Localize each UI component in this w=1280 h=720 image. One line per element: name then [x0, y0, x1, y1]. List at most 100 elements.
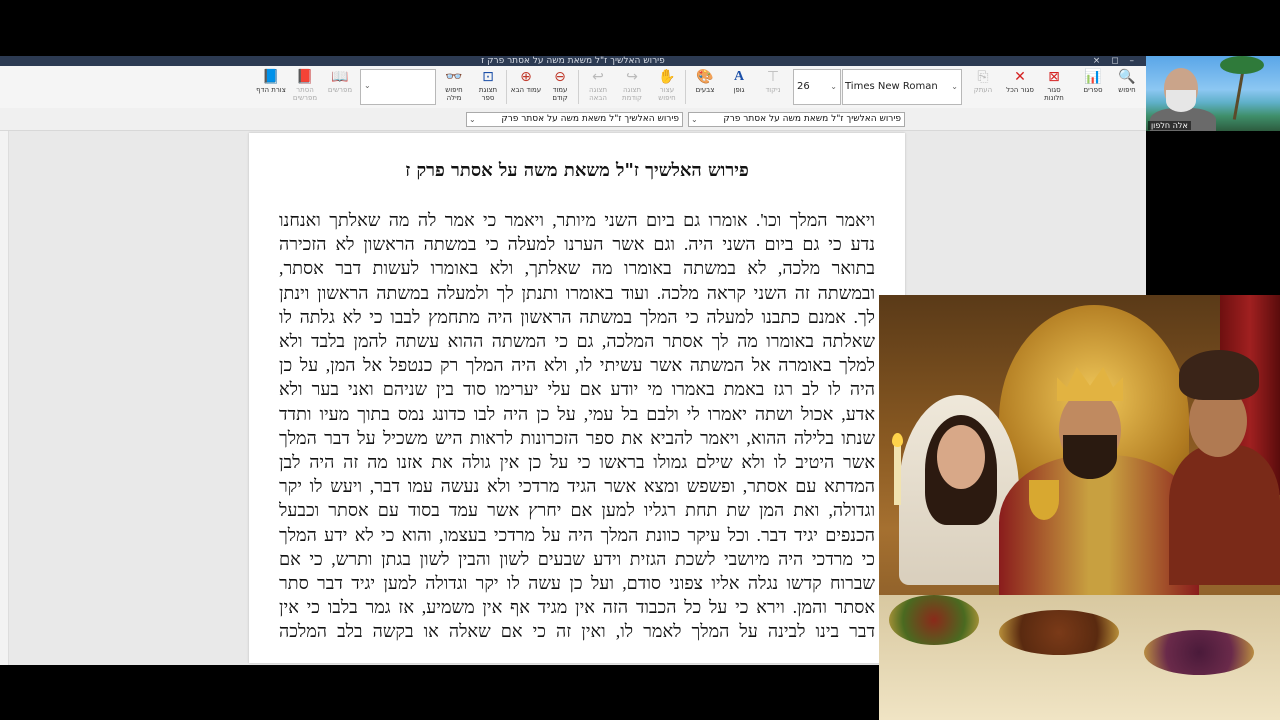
- font-icon: A: [733, 69, 745, 84]
- books-label: ספרים: [1083, 86, 1103, 94]
- chevron-down-icon: ⌄: [951, 82, 958, 91]
- next-view-label: תצוגה הבאה: [588, 86, 608, 102]
- book-selector[interactable]: פירוש האלשיך ז"ל משאת משה על אסתר פרק ⌄: [688, 112, 905, 127]
- font-label: גופן: [733, 86, 745, 94]
- colors-button[interactable]: 🎨 צבעים: [689, 68, 721, 106]
- text-line: נדע כי גם ביום השני היה. וגם אשר הערנו ל…: [279, 234, 875, 255]
- next-page-icon: ⊕: [520, 69, 532, 85]
- person-beard: [1166, 90, 1196, 112]
- hide-commentaries-label: הסתר מפרשים: [292, 86, 318, 102]
- previous-page-button[interactable]: ⊖ עמוד קודם: [544, 68, 576, 106]
- commentaries-icon: 📖: [331, 69, 349, 85]
- document-page: פירוש האלשיך ז"ל משאת משה על אסתר פרק ז …: [249, 133, 905, 663]
- search-icon: 🔍: [1118, 69, 1136, 85]
- palette-icon: 🎨: [696, 69, 714, 85]
- text-line: דבר בינו לבינה על המלך לאמר לו, ואין זה …: [279, 621, 875, 642]
- roast-platter: [999, 610, 1119, 655]
- chevron-down-icon: ⌄: [364, 81, 371, 90]
- previous-page-icon: ⊖: [554, 69, 566, 85]
- feast-painting-image: [879, 295, 1280, 720]
- search-label: חיפוש: [1118, 86, 1136, 94]
- next-page-button[interactable]: ⊕ עמוד הבא: [510, 68, 542, 106]
- text-line: אשר היטיב לו ולא שילם גמולו בראשו כי על …: [279, 452, 875, 473]
- text-line: לך. אמנם כתבנו למעלה כי המלך במשתה הראשו…: [279, 306, 875, 327]
- candle: [894, 445, 901, 505]
- text-line: ובמשתה זה השני קראה מלכה. ועוד באומרו ות…: [279, 282, 875, 303]
- grape-bowl: [1144, 630, 1254, 675]
- close-all-icon: ✕: [1014, 69, 1026, 85]
- book-view-label: תצוגת ספר: [478, 86, 498, 102]
- text-line: המדתא עם אסתר, ופשפש ומצא אשר הגיד מרדכי…: [279, 476, 875, 497]
- palm-leaves: [1220, 56, 1264, 74]
- glasses-icon: 👓: [445, 69, 463, 85]
- stop-search-label: עצור חיפוש: [658, 86, 676, 102]
- next-view-button[interactable]: ↩ תצוגה הבאה: [582, 68, 614, 106]
- font-button[interactable]: A גופן: [723, 68, 755, 106]
- text-line: שנתו בלילה ההוא, ויאמר להביא את ספר הזכר…: [279, 427, 875, 448]
- stop-search-button[interactable]: ✋ עצור חיפוש: [651, 68, 683, 106]
- search-button[interactable]: 🔍 חיפוש: [1111, 68, 1143, 106]
- chevron-down-icon: ⌄: [830, 82, 837, 91]
- font-size-value: 26: [797, 81, 810, 92]
- text-line: היה לו לב רגז באמת באמרו מי יודע אם עלי …: [279, 379, 875, 400]
- book-selector-value: פירוש האלשיך ז"ל משאת משה על אסתר פרק: [723, 114, 901, 124]
- text-line: אסתר והמן. וירא כי על כל הכבוד הזה אין מ…: [279, 597, 875, 618]
- close-all-label: סגור הכל: [1006, 86, 1034, 94]
- candle-flame: [892, 433, 903, 447]
- text-line: בתואר מלכה, לא במשתה באומרו מה שאלתך, ול…: [279, 258, 875, 279]
- previous-page-label: עמוד קודם: [552, 86, 568, 102]
- close-windows-icon: ⊠: [1048, 69, 1060, 85]
- webcam-video: אלה חלפון: [1146, 56, 1280, 131]
- copy-icon: ⎘: [977, 69, 989, 85]
- font-name-box[interactable]: Times New Roman ⌄: [842, 69, 962, 105]
- vertical-scrollbar[interactable]: [0, 131, 9, 665]
- text-line: שברוח קדשו נגלה אליו צפוני סודם, ועל כן …: [279, 573, 875, 594]
- close-windows-button[interactable]: ⊠ סגור חלונות: [1038, 68, 1070, 106]
- text-line: כי מרדכי היה מיושבי לשכת הגזית וידע שבעי…: [279, 548, 875, 569]
- window-titlebar: פירוש האלשיך ז"ל משאת משה על אסתר פרק ז …: [0, 56, 1146, 66]
- advisor-body: [1169, 445, 1280, 585]
- text-line: ויאמר המלך וכו'. אומרו גם ביום השני מיות…: [279, 210, 875, 230]
- hide-commentaries-button[interactable]: 📕 הסתר מפרשים: [289, 68, 321, 106]
- nikud-button[interactable]: ⊤ ניקוד: [757, 68, 789, 106]
- word-search-input[interactable]: ⌄: [360, 69, 436, 105]
- previous-view-button[interactable]: ↪ תצוגה קודמת: [616, 68, 648, 106]
- book-view-button[interactable]: ⊡ תצוגת ספר: [472, 68, 504, 106]
- commentaries-label: מפרשים: [327, 86, 353, 94]
- next-page-label: עמוד הבא: [510, 86, 542, 94]
- hide-commentaries-icon: 📕: [296, 69, 314, 85]
- text-line: הכנפים יגיד דבר. וכל עיקר כוונת המלך היה…: [279, 524, 875, 545]
- window-title: פירוש האלשיך ז"ל משאת משה על אסתר פרק ז: [481, 56, 665, 66]
- word-search-button[interactable]: 👓 חיפוש מילה: [438, 68, 470, 106]
- close-all-button[interactable]: ✕ סגור הכל: [1004, 68, 1036, 106]
- font-size-box[interactable]: 26 ⌄: [793, 69, 841, 105]
- divider: [578, 70, 579, 104]
- book-view-icon: ⊡: [482, 69, 494, 85]
- books-icon: 📊: [1084, 69, 1102, 85]
- previous-view-label: תצוגה קודמת: [621, 86, 643, 102]
- document-tab[interactable]: פירוש האלשיך ז"ל משאת משה על אסתר פרק ⌄: [466, 112, 683, 127]
- ribbon-toolbar: 🔍 חיפוש 📊 ספרים ⊠ סגור חלונות ✕ סגור הכל…: [0, 66, 1146, 109]
- copy-button[interactable]: ⎘ העתק: [967, 68, 999, 106]
- document-tab-label: פירוש האלשיך ז"ל משאת משה על אסתר פרק: [501, 114, 679, 124]
- books-button[interactable]: 📊 ספרים: [1077, 68, 1109, 106]
- text-line: אדע, אכול ושתה יאמרו לי ולבם בל עמי, על …: [279, 403, 875, 424]
- page-shape-button[interactable]: 📘 צורת הדף: [255, 68, 287, 106]
- window-controls[interactable]: – ◻ ×: [1093, 56, 1138, 66]
- open-book-icon: 📘: [262, 69, 280, 85]
- divider: [506, 70, 507, 104]
- document-title: פירוש האלשיך ז"ל משאת משה על אסתר פרק ז: [405, 160, 749, 181]
- page-shape-label: צורת הדף: [256, 86, 286, 94]
- close-windows-label: סגור חלונות: [1044, 86, 1064, 102]
- colors-label: צבעים: [695, 86, 715, 94]
- chevron-down-icon: ⌄: [469, 115, 476, 124]
- commentary-selector-bar: פירוש האלשיך ז"ל משאת משה על אסתר פרק ⌄ …: [0, 108, 1146, 131]
- commentaries-button[interactable]: 📖 מפרשים: [324, 68, 356, 106]
- black-top-band: [0, 0, 1280, 56]
- text-line: למלך באומרה אל המשתה אשר עשיתי לו, ולא ה…: [279, 355, 875, 376]
- word-search-label: חיפוש מילה: [445, 86, 463, 102]
- text-line: שאלתה באומרו מה לך אסתר המלכה, גם כי המש…: [279, 331, 875, 352]
- copy-label: העתק: [973, 86, 993, 94]
- fruit-bowl: [889, 595, 979, 645]
- advisor-turban: [1179, 350, 1259, 400]
